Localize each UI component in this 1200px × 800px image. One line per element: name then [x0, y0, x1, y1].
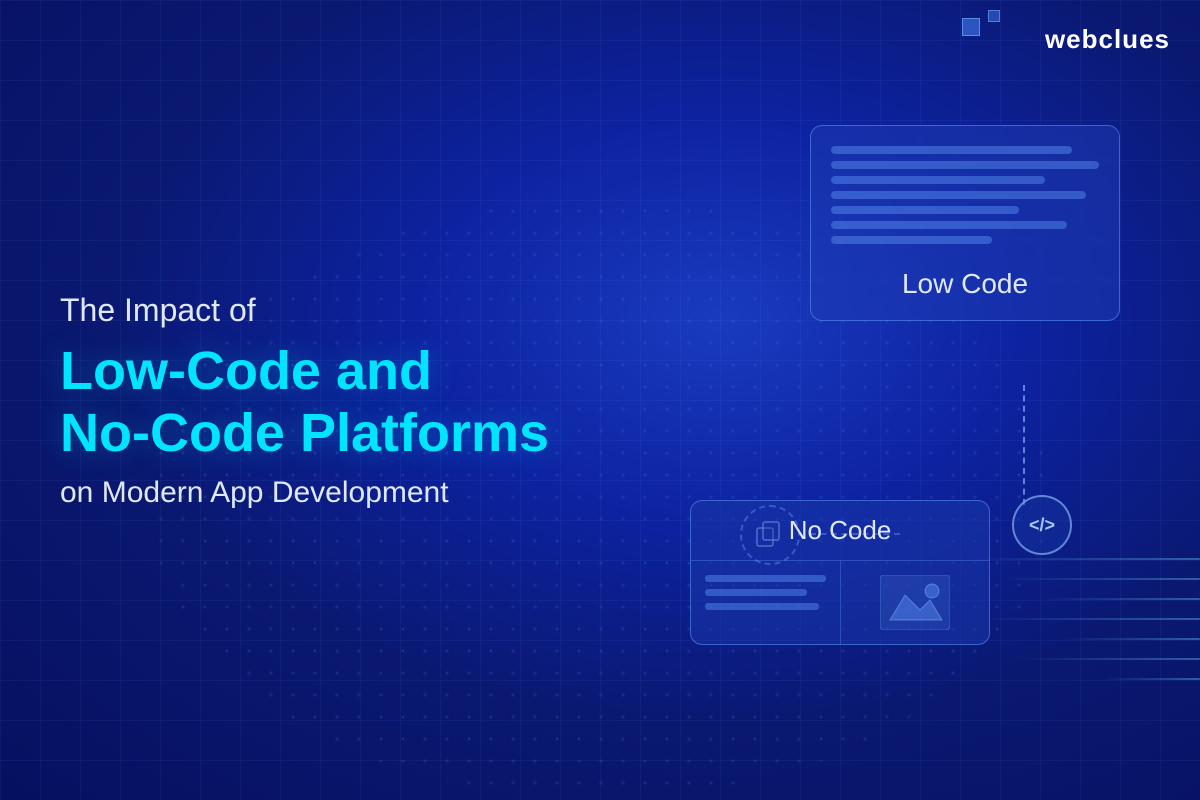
card-line-6 [831, 221, 1067, 229]
code-icon: </> [1029, 515, 1055, 536]
low-code-label: Low Code [831, 260, 1099, 300]
dashed-line-vertical [1023, 385, 1025, 505]
right-section: Low Code </> No Code [640, 75, 1140, 725]
image-placeholder-icon [880, 575, 950, 630]
low-code-card: Low Code [810, 125, 1120, 321]
card-lines [831, 146, 1099, 244]
no-code-text-panel [691, 561, 841, 644]
main-title-line1: Low-Code and [60, 341, 432, 401]
no-code-line-3 [705, 603, 819, 610]
card-line-5 [831, 206, 1019, 214]
no-code-image-panel [841, 561, 990, 644]
card-line-4 [831, 191, 1086, 199]
card-line-7 [831, 236, 992, 244]
no-code-label: No Code [691, 501, 989, 561]
card-line-3 [831, 176, 1045, 184]
main-title-line2: No-Code Platforms [60, 403, 549, 463]
no-code-line-2 [705, 589, 807, 596]
no-code-line-1 [705, 575, 826, 582]
left-section: The Impact of Low-Code and No-Code Platf… [60, 290, 640, 510]
card-line-1 [831, 146, 1072, 154]
card-line-2 [831, 161, 1099, 169]
no-code-body [691, 561, 989, 644]
code-icon-circle: </> [1012, 495, 1072, 555]
sub-title: on Modern App Development [60, 476, 600, 510]
main-title: Low-Code and No-Code Platforms [60, 340, 600, 464]
main-content: The Impact of Low-Code and No-Code Platf… [0, 0, 1200, 800]
heading-intro: The Impact of [60, 290, 600, 332]
no-code-card: No Code [690, 500, 990, 645]
